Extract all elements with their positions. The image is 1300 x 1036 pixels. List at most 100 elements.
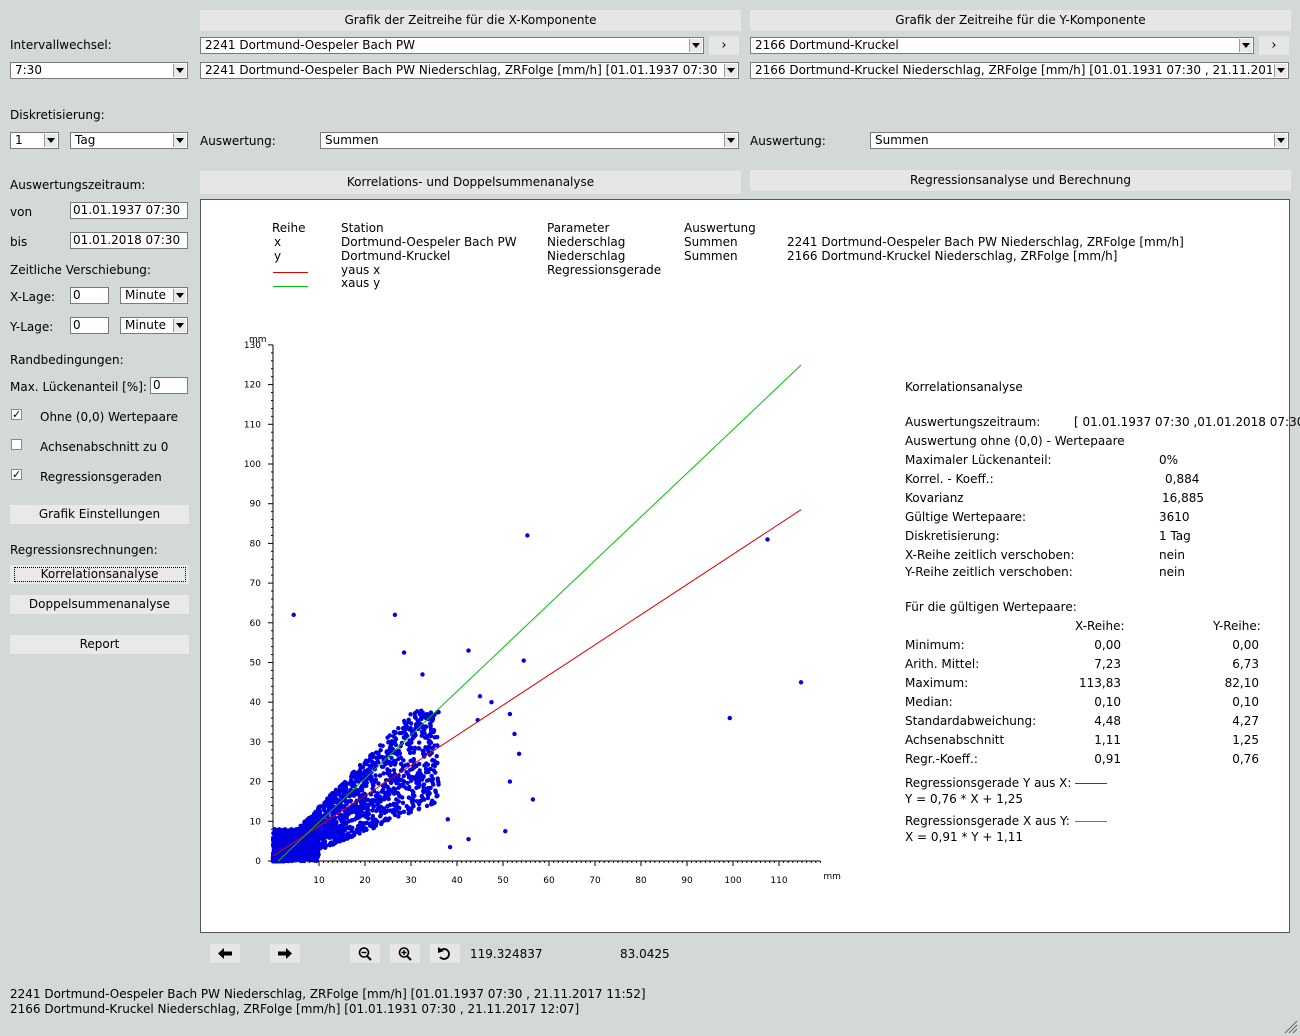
data-point <box>429 800 434 805</box>
tab-regression[interactable]: Regressionsanalyse und Berechnung <box>750 170 1291 191</box>
grafik-einstellungen-button[interactable]: Grafik Einstellungen <box>10 505 189 524</box>
data-point <box>412 765 417 770</box>
data-point <box>521 658 526 663</box>
stats-row-value: nein <box>1159 548 1185 562</box>
y-component-header-button[interactable]: Grafik der Zeitreihe für die Y-Komponent… <box>750 10 1291 31</box>
chevron-down-icon[interactable] <box>724 134 737 147</box>
data-point <box>348 833 353 838</box>
intervall-select[interactable]: 7:30 <box>10 62 188 79</box>
reset-zoom-button[interactable] <box>430 944 460 963</box>
bis-input[interactable]: 01.01.2018 07:30 <box>70 232 188 249</box>
doppelsummenanalyse-button[interactable]: Doppelsummenanalyse <box>10 595 189 614</box>
stats-row-label: Y-Reihe zeitlich verschoben: <box>905 565 1073 579</box>
data-point <box>412 711 418 716</box>
data-point <box>435 793 440 798</box>
data-point <box>419 793 424 799</box>
luecken-input[interactable]: 0 <box>150 377 188 394</box>
stats-x-value: 0,91 <box>1094 752 1121 766</box>
data-point <box>466 836 471 842</box>
bis-label: bis <box>10 235 28 249</box>
data-point <box>315 849 321 855</box>
stats-row-value: nein <box>1159 565 1185 579</box>
x-station-value: 2241 Dortmund-Oespeler Bach PW <box>205 38 416 52</box>
achsenabschnitt-checkbox[interactable] <box>11 439 22 450</box>
regressionsgeraden-checkbox[interactable]: ✓ <box>11 469 22 480</box>
chevron-down-icon[interactable] <box>173 289 186 302</box>
stats-row-label: Kovarianz <box>905 491 964 505</box>
data-point <box>291 612 296 618</box>
x-series-select[interactable]: 2241 Dortmund-Oespeler Bach PW Niedersch… <box>200 62 739 79</box>
data-point <box>339 805 345 810</box>
ylage-label: Y-Lage: <box>10 320 54 334</box>
chevron-down-icon[interactable] <box>1274 64 1287 77</box>
ylage-input[interactable]: 0 <box>70 317 109 334</box>
data-point <box>381 771 386 776</box>
data-point <box>401 650 407 655</box>
zoom-out-button[interactable] <box>350 944 380 963</box>
data-point <box>329 793 334 799</box>
ohne-null-checkbox[interactable]: ✓ <box>11 409 22 420</box>
report-button[interactable]: Report <box>10 635 189 654</box>
x-auswertung-select[interactable]: Summen <box>320 132 739 149</box>
data-point <box>356 789 361 795</box>
plot-panel: Reihe Station Parameter Auswertung x Dor… <box>200 199 1300 933</box>
data-point <box>286 837 291 842</box>
data-point <box>516 751 522 757</box>
chevron-down-icon[interactable] <box>173 134 186 147</box>
stats-y-col: Y-Reihe: <box>1213 619 1261 633</box>
regx-equation: X = 0,91 * Y + 1,11 <box>905 830 1023 844</box>
data-point <box>393 760 398 765</box>
chevron-down-icon[interactable] <box>44 134 57 147</box>
data-point <box>396 726 401 731</box>
xlage-unit-select[interactable]: Minute <box>120 287 188 304</box>
von-input[interactable]: 01.01.1937 07:30 <box>70 202 188 219</box>
data-point <box>375 750 380 755</box>
chevron-down-icon[interactable] <box>724 64 737 77</box>
y-auswertung-value: Summen <box>875 133 929 147</box>
y-station-select[interactable]: 2166 Dortmund-Kruckel <box>750 37 1254 54</box>
x-component-header-button[interactable]: Grafik der Zeitreihe für die X-Komponent… <box>200 10 741 31</box>
regx-label: Regressionsgerade X aus Y: <box>905 814 1070 828</box>
x-series-value: 2241 Dortmund-Oespeler Bach PW Niedersch… <box>205 63 722 77</box>
y-tick-label: 60 <box>250 619 262 629</box>
diskret-num-select[interactable]: 1 <box>10 132 59 149</box>
korrelationsanalyse-button[interactable]: Korrelationsanalyse <box>10 565 189 584</box>
data-point <box>377 773 383 778</box>
x-next-button[interactable]: › <box>709 36 739 55</box>
tab-korrelation-doppelsumme[interactable]: Korrelations- und Doppelsummenanalyse <box>200 171 741 194</box>
chevron-down-icon[interactable] <box>173 64 186 77</box>
chevron-down-icon[interactable] <box>689 39 702 52</box>
stats-row-label: Gültige Wertepaare: <box>905 510 1027 524</box>
stats-row-label: Korrel. - Koeff.: <box>905 472 994 486</box>
data-point <box>389 755 394 761</box>
stats-x-value: 0,10 <box>1094 695 1121 709</box>
chevron-down-icon[interactable] <box>1239 39 1252 52</box>
y-tick-label: 80 <box>250 539 262 549</box>
forward-button[interactable] <box>270 944 300 963</box>
y-auswertung-select[interactable]: Summen <box>870 132 1289 149</box>
xlage-input[interactable]: 0 <box>70 287 109 304</box>
chevron-down-icon[interactable] <box>1274 134 1287 147</box>
chevron-down-icon[interactable] <box>173 319 186 332</box>
data-point <box>344 809 349 814</box>
y-tick-label: 10 <box>250 817 262 827</box>
ylage-unit-select[interactable]: Minute <box>120 317 188 334</box>
data-point <box>328 819 333 824</box>
arrow-left-icon <box>218 948 232 959</box>
y-series-value: 2166 Dortmund-Kruckel Niederschlag, ZRFo… <box>755 63 1272 77</box>
data-point <box>341 813 346 819</box>
x-station-select[interactable]: 2241 Dortmund-Oespeler Bach PW <box>200 37 704 54</box>
resize-grip-icon[interactable] <box>1284 1020 1298 1034</box>
zoom-in-button[interactable] <box>390 944 420 963</box>
diskret-unit-select[interactable]: Tag <box>70 132 188 149</box>
y-series-select[interactable]: 2166 Dortmund-Kruckel Niederschlag, ZRFo… <box>750 62 1289 79</box>
data-point <box>432 743 437 748</box>
data-point <box>445 817 450 822</box>
regression-line-x-from-y <box>277 364 802 862</box>
back-button[interactable] <box>210 944 240 963</box>
data-point <box>400 800 406 805</box>
y-next-button[interactable]: › <box>1259 36 1289 55</box>
data-point <box>354 770 359 776</box>
data-point <box>418 721 423 727</box>
data-point <box>408 767 413 773</box>
